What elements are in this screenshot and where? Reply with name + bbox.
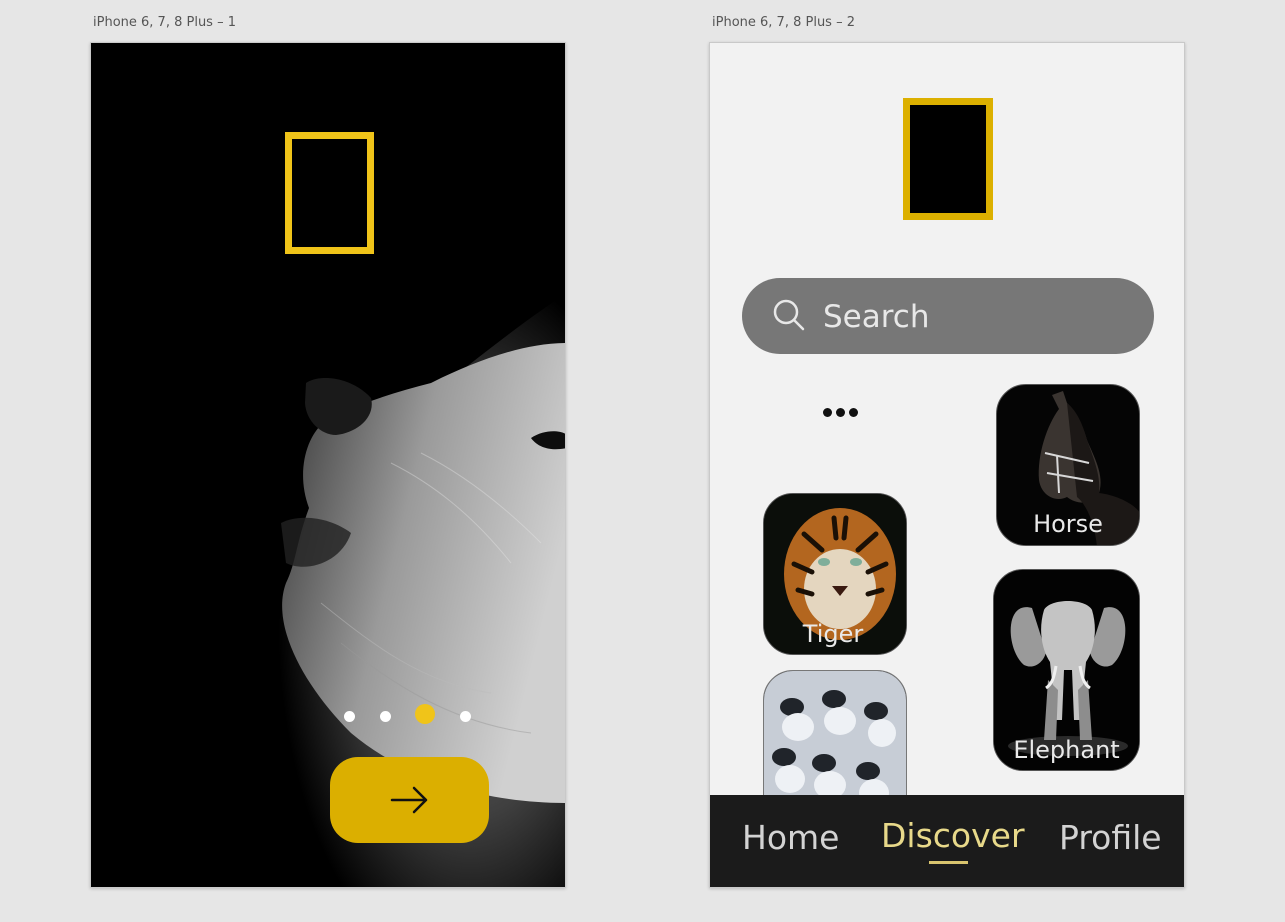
nav-active-indicator bbox=[929, 861, 968, 864]
natgeo-logo-frame bbox=[285, 132, 374, 254]
nav-item-discover[interactable]: Discover bbox=[881, 816, 1025, 855]
natgeo-logo-frame bbox=[903, 98, 993, 220]
nav-item-home[interactable]: Home bbox=[742, 818, 839, 857]
artboard-label-2: iPhone 6, 7, 8 Plus – 2 bbox=[712, 15, 855, 30]
page-dot-1[interactable] bbox=[344, 711, 355, 722]
nav-item-profile[interactable]: Profile bbox=[1059, 818, 1162, 857]
onboarding-screen bbox=[90, 42, 566, 888]
search-bar[interactable]: Search bbox=[742, 278, 1154, 354]
animal-card-elephant[interactable]: Elephant bbox=[993, 569, 1140, 771]
animal-card-tiger[interactable]: Tiger bbox=[763, 493, 907, 655]
page-dot-2[interactable] bbox=[380, 711, 391, 722]
bottom-nav: Home Discover Profile bbox=[710, 795, 1184, 887]
search-icon bbox=[773, 299, 805, 331]
discover-screen: Search Horse Tiger Elephant Home Discove… bbox=[709, 42, 1185, 888]
next-button[interactable] bbox=[330, 757, 489, 843]
card-label: Elephant bbox=[1013, 736, 1120, 764]
page-indicator bbox=[91, 703, 565, 733]
artboard-label-1: iPhone 6, 7, 8 Plus – 1 bbox=[93, 15, 236, 30]
page-dot-3-active[interactable] bbox=[415, 704, 435, 724]
card-label: Horse bbox=[1033, 510, 1103, 538]
search-placeholder: Search bbox=[823, 299, 930, 335]
arrow-right-icon bbox=[390, 786, 427, 814]
card-label: Tiger bbox=[802, 620, 864, 648]
page-dot-4[interactable] bbox=[460, 711, 471, 722]
more-horizontal-icon[interactable] bbox=[820, 405, 860, 419]
animal-card-horse[interactable]: Horse bbox=[996, 384, 1140, 546]
